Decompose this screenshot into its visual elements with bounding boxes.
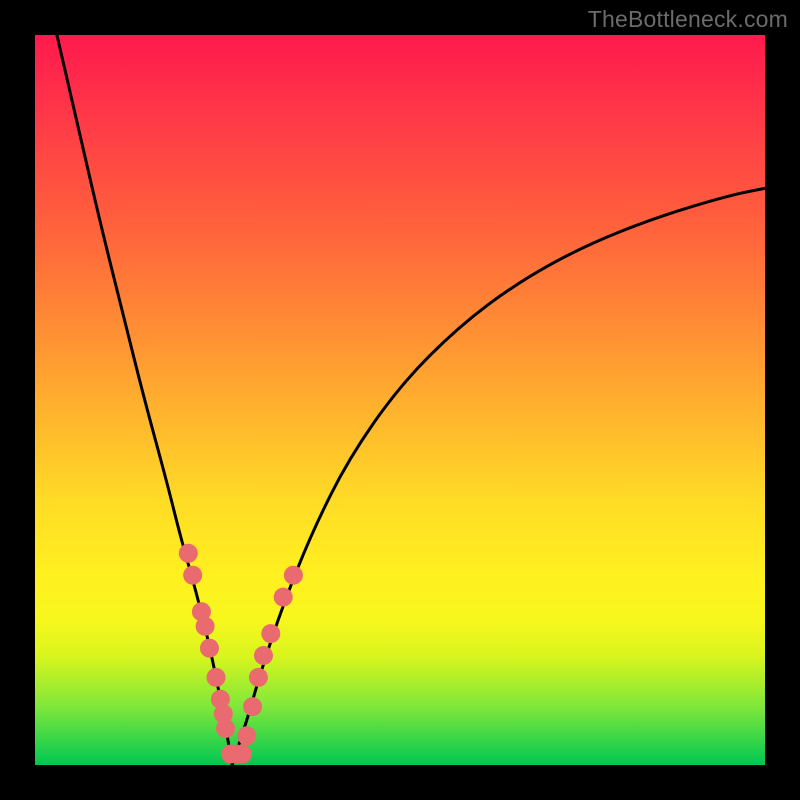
plot-area	[35, 35, 765, 765]
curve-right-branch	[232, 188, 765, 765]
data-dot	[284, 566, 303, 585]
data-dot	[216, 719, 235, 738]
chart-svg	[35, 35, 765, 765]
data-dot	[249, 668, 268, 687]
data-dot	[200, 639, 219, 658]
data-dot	[243, 697, 262, 716]
data-dot	[183, 566, 202, 585]
data-dot	[179, 544, 198, 563]
dot-layer	[179, 544, 303, 764]
data-dot	[254, 646, 273, 665]
data-dot	[237, 726, 256, 745]
data-dot	[196, 617, 215, 636]
curve-layer	[57, 35, 765, 765]
data-dot	[207, 668, 226, 687]
watermark-text: TheBottleneck.com	[588, 6, 788, 33]
data-dot	[233, 745, 252, 764]
data-dot	[261, 624, 280, 643]
chart-frame: TheBottleneck.com	[0, 0, 800, 800]
data-dot	[274, 588, 293, 607]
